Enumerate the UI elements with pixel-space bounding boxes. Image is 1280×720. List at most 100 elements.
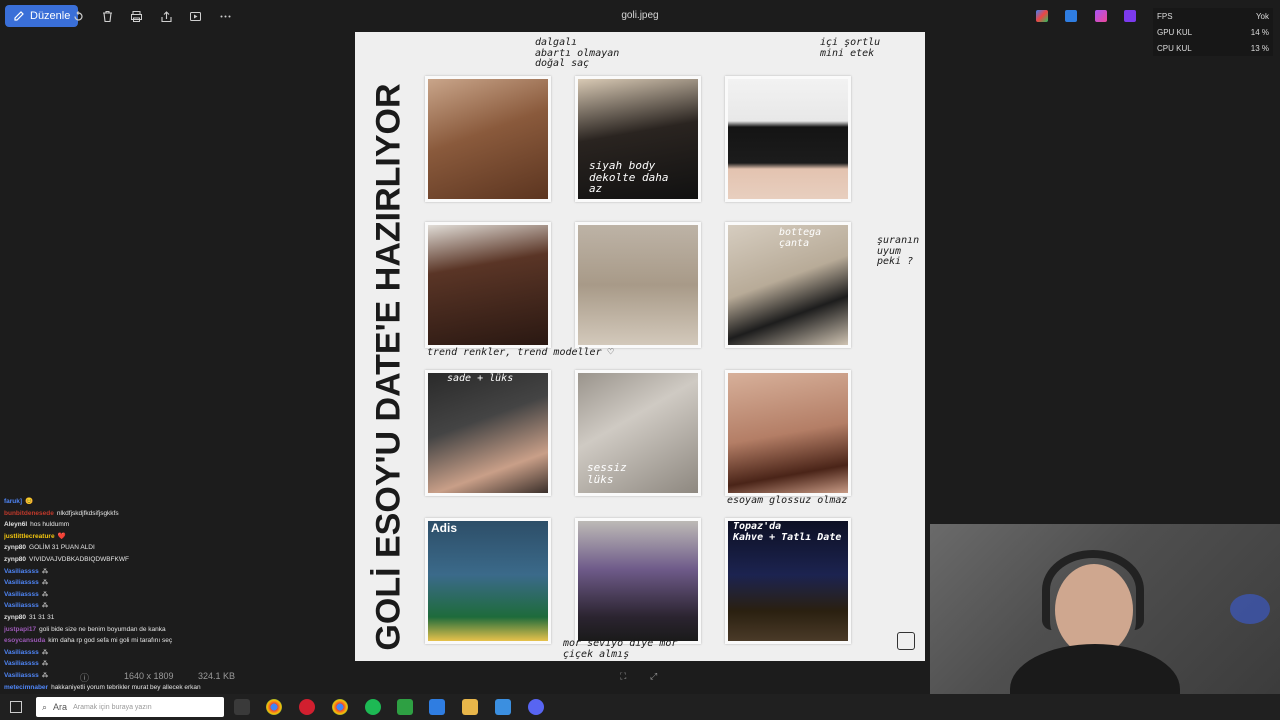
- edit-app-icon[interactable]: [1065, 10, 1077, 22]
- chat-username[interactable]: justlittlecreature: [4, 533, 55, 540]
- chat-message: metecimnaber hakkaniyetli yorum tebrikler…: [4, 682, 234, 694]
- chat-text: ⁂: [41, 590, 49, 598]
- fullscreen-icon[interactable]: ⤢: [650, 671, 657, 682]
- cpu-value: 13 %: [1250, 43, 1269, 53]
- chat-message: Vasiliassss ⁂: [4, 566, 234, 578]
- note-watch: sessiz lüks: [587, 461, 627, 486]
- chat-username[interactable]: zynp80: [4, 556, 26, 563]
- file-explorer-icon[interactable]: [462, 699, 478, 715]
- note-skirt: içi şortlu mini etek: [820, 37, 881, 59]
- delete-icon[interactable]: [99, 8, 115, 24]
- edit-button[interactable]: Düzenle: [5, 5, 79, 27]
- chat-message: Vasiliassss ⁂: [4, 658, 234, 670]
- chat-text: nlkdfjskdjfkdsifjsgkkfs: [56, 509, 119, 517]
- chat-username[interactable]: Vasiliassss: [4, 568, 39, 575]
- search-label: Ara: [53, 702, 68, 712]
- chat-message: Vasiliassss ⁂: [4, 577, 234, 589]
- note-hair: dalgalı abartı olmayan doğal saç: [535, 37, 620, 69]
- chat-message: Aleyn6l hos huldumm: [4, 519, 234, 531]
- designer-icon[interactable]: [1095, 10, 1107, 22]
- chat-text: ⁂: [41, 579, 49, 587]
- chat-username[interactable]: justpapi17: [4, 626, 36, 633]
- note-bag: bottega çanta: [779, 227, 822, 249]
- clipchamp-icon[interactable]: [1124, 10, 1136, 22]
- window-title: goli.jpeg: [621, 10, 659, 21]
- copilot-icon[interactable]: [1036, 10, 1048, 22]
- photos-app-window: Düzenle goli.jpeg FPS Yok GPU KUL 14 % CPU…: [0, 0, 1280, 720]
- gpu-label: GPU KUL: [1157, 27, 1193, 37]
- chat-text: ⁂: [41, 648, 49, 656]
- note-luxury: sade + lüks: [447, 373, 514, 384]
- fps-value: Yok: [1255, 11, 1269, 21]
- photo-hair: [425, 76, 551, 202]
- visual-search-icon[interactable]: [897, 632, 915, 650]
- rotate-icon[interactable]: [70, 8, 86, 24]
- chat-message: esoycansuda kim daha rp god sefa mi goli …: [4, 635, 234, 647]
- chat-username[interactable]: Vasiliassss: [4, 602, 39, 609]
- toolbar: Düzenle goli.jpeg: [0, 0, 1280, 32]
- chat-message: Vasiliassss ⁂: [4, 589, 234, 601]
- fit-window-icon[interactable]: ⛶: [620, 671, 626, 682]
- edit-icon: [14, 11, 24, 21]
- photo-leather-jacket: [425, 222, 551, 348]
- note-flowers: mor seviyo diye mor çiçek almış: [563, 638, 678, 660]
- chrome-icon[interactable]: [266, 699, 282, 715]
- chrome-profile-icon[interactable]: [332, 699, 348, 715]
- discord-icon[interactable]: [528, 699, 544, 715]
- photo-flowers: [575, 518, 701, 644]
- webcam-headphones: [1042, 550, 1144, 630]
- chat-text: ⁂: [41, 660, 49, 668]
- slideshow-icon[interactable]: [187, 8, 203, 24]
- taskbar-search[interactable]: ⌕ Ara Aramak için buraya yazın: [36, 697, 224, 717]
- chat-username[interactable]: Vasiliassss: [4, 591, 39, 598]
- chat-username[interactable]: zynp80: [4, 544, 26, 551]
- chat-username[interactable]: esoycansuda: [4, 637, 45, 644]
- image-canvas[interactable]: GOLİ ESOY'U DATE'E HAZIRLIYOR dalgalı ab…: [355, 32, 925, 661]
- chat-text: kim daha rp god sefa mi goli mi tarafını…: [48, 637, 173, 645]
- opera-icon[interactable]: [299, 699, 315, 715]
- chat-text: 31 31 31: [29, 613, 55, 621]
- stream-chat: faruk] 😊 bunbitdenesede nlkdfjskdjfkdsifjsg…: [4, 496, 234, 693]
- chat-username[interactable]: bunbitdenesede: [4, 510, 54, 517]
- photo-boots: [575, 222, 701, 348]
- note-topaz: Topaz'da Kahve + Tatlı Date: [733, 521, 842, 543]
- search-icon: ⌕: [42, 701, 48, 712]
- store-icon[interactable]: [234, 699, 250, 715]
- chat-username[interactable]: Vasiliassss: [4, 672, 39, 679]
- note-trend: trend renkler, trend modeller ♡: [427, 347, 614, 358]
- edit-button-label: Düzenle: [30, 10, 71, 22]
- more-icon[interactable]: [217, 8, 233, 24]
- photo-hand-ring: [425, 370, 551, 496]
- chat-text: ⁂: [41, 671, 49, 679]
- fps-label: FPS: [1157, 11, 1173, 21]
- settings-icon[interactable]: [495, 699, 511, 715]
- chat-message: zynp80 VIVIDVAJVDBKADBIQDWBFKWF: [4, 554, 234, 566]
- app-icon[interactable]: [397, 699, 413, 715]
- spotify-icon[interactable]: [365, 699, 381, 715]
- chat-text: GOLİM 31 PUAN ALDI: [29, 544, 95, 552]
- chat-username[interactable]: Vasiliassss: [4, 649, 39, 656]
- gpu-value: 14 %: [1250, 27, 1269, 37]
- chat-text: ❤️: [57, 532, 66, 540]
- chat-message: Vasiliassss ⁂: [4, 670, 234, 682]
- share-icon[interactable]: [158, 8, 174, 24]
- chat-username[interactable]: metecimnaber: [4, 684, 48, 691]
- photo-makeup: [725, 370, 851, 496]
- start-icon[interactable]: [10, 701, 22, 713]
- chat-message: justlittlecreature ❤️: [4, 531, 234, 543]
- print-icon[interactable]: [128, 8, 144, 24]
- chat-username[interactable]: Vasiliassss: [4, 660, 39, 667]
- chat-message: zynp80 31 31 31: [4, 612, 234, 624]
- photo-adis: [425, 518, 551, 644]
- photos-icon[interactable]: [429, 699, 445, 715]
- chat-message: bunbitdenesede nlkdfjskdjfkdsifjsgkkfs: [4, 508, 234, 520]
- photo-mini-skirt: [725, 76, 851, 202]
- chat-username[interactable]: Aleyn6l: [4, 521, 27, 528]
- cpu-label: CPU KUL: [1157, 43, 1192, 53]
- chat-text: ⁂: [41, 602, 49, 610]
- image-vertical-title: GOLİ ESOY'U DATE'E HAZIRLIYOR: [369, 83, 408, 651]
- chat-username[interactable]: Vasiliassss: [4, 579, 39, 586]
- chat-username[interactable]: zynp80: [4, 614, 26, 621]
- chat-username[interactable]: faruk]: [4, 498, 22, 505]
- note-adis: Adis: [431, 521, 458, 535]
